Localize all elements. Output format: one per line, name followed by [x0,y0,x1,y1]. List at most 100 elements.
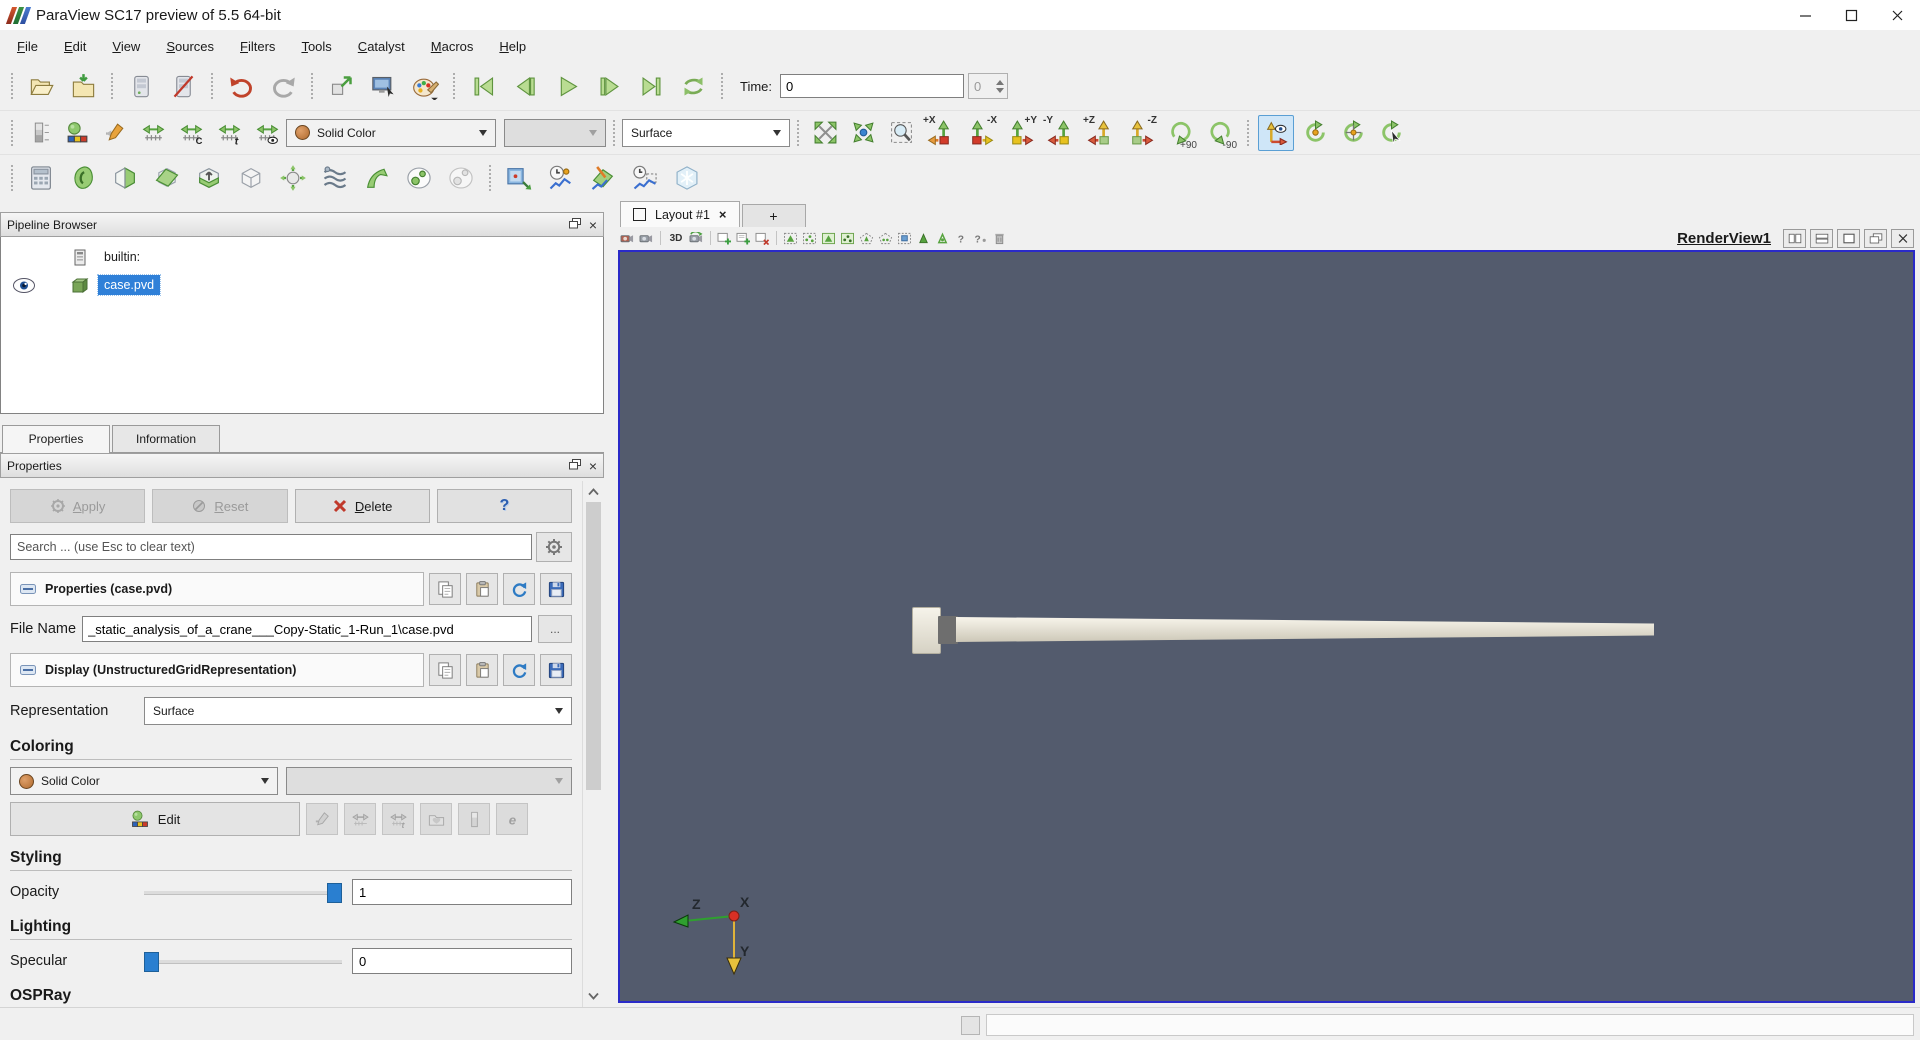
help-button[interactable]: ? [437,489,572,523]
split-vertical-button[interactable] [1810,229,1833,248]
select-points-rect-button[interactable] [800,229,819,247]
group-datasets-button[interactable] [400,158,438,198]
toggle-2d-3d-button[interactable]: 3D [665,233,687,244]
rescale-data-d-button[interactable] [344,803,376,835]
time-value-input[interactable] [780,74,964,98]
plot-selection-over-time-button[interactable] [626,158,664,198]
rescale-temporal-range-button[interactable]: t [212,116,246,150]
stream-tracer-button[interactable] [316,158,354,198]
next-frame-button[interactable] [590,67,628,105]
paste-button[interactable] [466,573,498,605]
glyph-button[interactable] [274,158,312,198]
camera-minus-y-button[interactable]: -Y [1042,115,1078,151]
select-cells-through-button[interactable] [819,229,838,247]
time-index-spinbox[interactable]: 0 [968,73,1008,99]
open-file-button[interactable] [22,67,60,105]
tab-information[interactable]: Information [112,425,220,452]
camera-minus-x-button[interactable]: -X [962,115,998,151]
clip-button[interactable] [106,158,144,198]
pipeline-browser-header[interactable]: Pipeline Browser × [0,212,604,237]
tab-properties[interactable]: Properties [2,425,110,453]
camera-plus-x-button[interactable]: +X [922,115,958,151]
save-button[interactable] [540,573,572,605]
reset-camera-button[interactable] [808,116,842,150]
close-layout-icon[interactable]: × [719,207,727,222]
render-viewport[interactable]: Z X Y [618,250,1915,1003]
float-panel-icon[interactable] [569,459,581,473]
source-properties-section-header[interactable]: Properties (case.pvd) [10,572,424,606]
remove-view-button[interactable] [753,229,772,247]
panel-splitter[interactable] [604,200,612,1007]
plot-over-time-button[interactable] [542,158,580,198]
camera-plus-z-button[interactable]: +Z [1082,115,1118,151]
pick-center-button[interactable] [1336,116,1370,150]
specular-slider-handle[interactable] [144,952,159,972]
slice-button[interactable] [148,158,186,198]
threshold-button[interactable] [190,158,228,198]
menu-sources[interactable]: Sources [157,35,223,58]
refresh-button[interactable] [503,573,535,605]
specular-slider[interactable] [144,951,342,971]
previous-frame-button[interactable] [506,67,544,105]
zoom-to-data-button[interactable] [846,116,880,150]
apply-button[interactable]: Apply [10,489,145,523]
show-center-button[interactable] [1298,116,1332,150]
clear-selection-button[interactable] [990,229,1009,247]
new-layout-tab[interactable]: + [742,204,806,227]
copy-button[interactable] [429,654,461,686]
search-options-button[interactable] [536,532,572,562]
menu-edit[interactable]: Edit [55,35,95,58]
status-splitter-handle[interactable] [961,1016,980,1035]
play-button[interactable] [548,67,586,105]
orientation-axes-button[interactable] [1258,115,1294,151]
spin-down-icon[interactable] [996,88,1004,93]
minimize-button[interactable] [1782,0,1828,30]
reset-button[interactable]: Reset [152,489,287,523]
menu-filters[interactable]: Filters [231,35,284,58]
camera-green-button[interactable] [687,229,706,247]
copy-button[interactable] [429,573,461,605]
crane-beam-model[interactable] [912,604,1654,656]
select-block-button[interactable] [895,229,914,247]
first-frame-button[interactable] [464,67,502,105]
rotate-90-cw-button[interactable]: +90 [1162,115,1198,151]
float-view-button[interactable] [1864,229,1887,248]
pipeline-item-builtin[interactable]: builtin: [1,243,603,271]
select-points-through-button[interactable] [838,229,857,247]
pipeline-item-case-pvd[interactable]: case.pvd [1,271,603,299]
layout-tab[interactable]: Layout #1 × [620,201,740,227]
float-panel-icon[interactable] [569,218,581,232]
case-pvd-label[interactable]: case.pvd [98,275,160,295]
interpolate-to-grid-button[interactable] [668,158,706,198]
menu-macros[interactable]: Macros [422,35,483,58]
menu-file[interactable]: File [8,35,47,58]
reset-range-button[interactable] [98,116,132,150]
undo-button[interactable] [222,67,260,105]
refresh-button[interactable] [503,654,535,686]
delete-button[interactable]: Delete [295,489,430,523]
convert-view-button[interactable] [734,229,753,247]
close-panel-icon[interactable]: × [589,459,597,473]
apply-source-button[interactable] [322,67,360,105]
zoom-to-box-button[interactable] [884,116,918,150]
screenshot-button[interactable] [364,67,402,105]
loop-button[interactable] [674,67,712,105]
hover-points-button[interactable]: ? [971,229,990,247]
warp-by-vector-button[interactable] [358,158,396,198]
connect-button[interactable] [122,67,160,105]
maximize-view-button[interactable] [1837,229,1860,248]
add-view-button[interactable] [715,229,734,247]
rescale-visible-range-button[interactable] [250,116,284,150]
extract-level-button[interactable] [442,158,480,198]
color-palette-button[interactable] [406,67,444,105]
edit-color-map-button[interactable] [60,116,94,150]
opacity-slider-handle[interactable] [327,883,342,903]
reset-range-d-button[interactable] [306,803,338,835]
file-name-input[interactable] [82,616,532,642]
edit-d-button[interactable]: e [496,803,528,835]
plot-over-line-button[interactable] [584,158,622,198]
scroll-up-icon[interactable] [586,484,601,500]
save-button[interactable] [540,654,572,686]
split-horizontal-button[interactable] [1783,229,1806,248]
menu-tools[interactable]: Tools [292,35,340,58]
